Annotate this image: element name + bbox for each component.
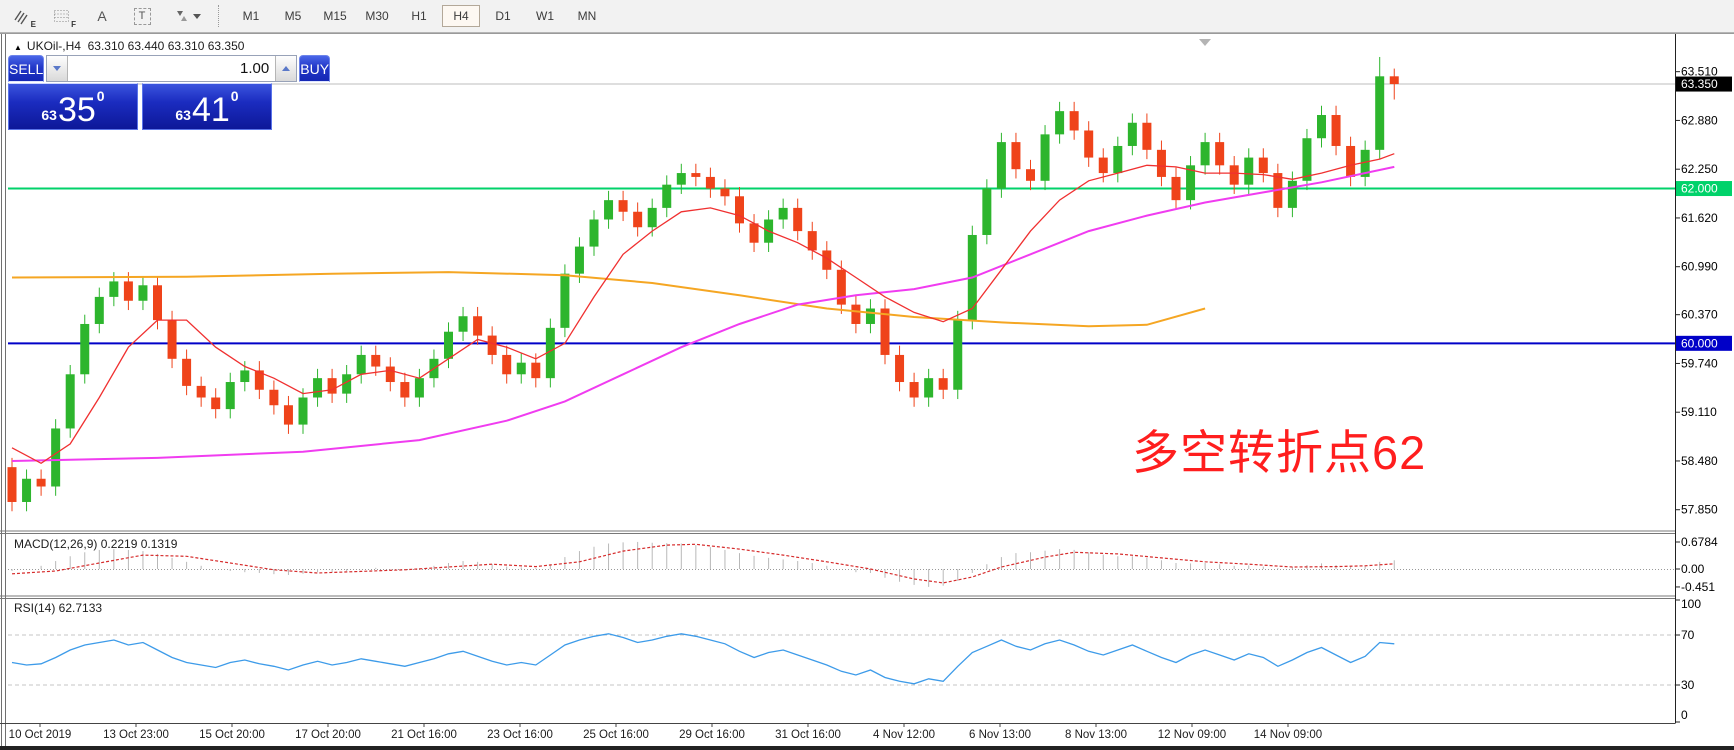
macd-histogram [12, 542, 1394, 587]
ask-big-figure: 63 [175, 107, 191, 123]
elliott-waves-tool-icon[interactable]: E [10, 5, 34, 27]
volume-decrease-button[interactable] [47, 56, 68, 81]
one-click-trading-panel: SELL BUY 63 35 0 63 41 0 [8, 55, 272, 130]
triangle-up-icon [282, 66, 290, 71]
timeframe-button-m1[interactable]: M1 [232, 5, 270, 27]
ask-pipette: 0 [231, 88, 239, 104]
time-axis[interactable] [0, 723, 1675, 746]
letter-f-badge: F [71, 20, 76, 29]
chart-text-annotation: 多空转折点62 [1132, 414, 1426, 483]
timeframe-button-d1[interactable]: D1 [484, 5, 522, 27]
ohlc-low: 63.310 [168, 39, 205, 53]
bid-pips: 35 [58, 95, 96, 126]
price-axis[interactable] [1675, 37, 1734, 723]
timeframe-button-h1[interactable]: H1 [400, 5, 438, 27]
buy-button[interactable]: BUY [299, 55, 330, 82]
timeframe-toolbar: M1M5M15M30H1H4D1W1MN [232, 5, 606, 27]
bid-price-button[interactable]: 63 35 0 [8, 83, 138, 130]
rsi-label: RSI(14) 62.7133 [14, 601, 102, 615]
macd-signal-line [12, 544, 1394, 583]
toolbar-separator [218, 5, 220, 27]
text-tool-icon[interactable]: T [130, 5, 154, 27]
up-triangle-icon: ▲ [14, 43, 22, 52]
symbol-ohlc-line: ▲ UKOil-,H4 63.310 63.440 63.310 63.350 [14, 39, 244, 53]
rsi-line [12, 634, 1394, 684]
macd-label: MACD(12,26,9) 0.2219 0.1319 [14, 537, 177, 551]
volume-stepper [46, 55, 297, 82]
timeframe-button-w1[interactable]: W1 [526, 5, 564, 27]
chart-shift-marker-icon[interactable] [1199, 39, 1211, 46]
sell-button[interactable]: SELL [8, 55, 44, 82]
symbol-name: UKOil-,H4 [27, 39, 81, 53]
volume-input[interactable] [68, 56, 275, 81]
ask-pips: 41 [192, 95, 230, 126]
triangle-down-icon [53, 66, 61, 71]
ask-price-button[interactable]: 63 41 0 [142, 83, 272, 130]
toolbar: E F A T M1M5M15M30H1H4D1W1MN [0, 0, 1734, 33]
timeframe-button-m30[interactable]: M30 [358, 5, 396, 27]
fibonacci-grid-tool-icon[interactable]: F [50, 5, 74, 27]
timeframe-button-m5[interactable]: M5 [274, 5, 312, 27]
letter-e-badge: E [31, 20, 36, 29]
timeframe-button-h4[interactable]: H4 [442, 5, 480, 27]
bid-pipette: 0 [97, 88, 105, 104]
ohlc-open: 63.310 [88, 39, 125, 53]
arrows-tool-icon[interactable] [170, 5, 204, 27]
bid-big-figure: 63 [41, 107, 57, 123]
ohlc-close: 63.350 [208, 39, 245, 53]
timeframe-button-mn[interactable]: MN [568, 5, 606, 27]
ma-orange-line [12, 272, 1205, 326]
ohlc-high: 63.440 [128, 39, 165, 53]
dropdown-caret-icon [193, 14, 201, 19]
timeframe-button-m15[interactable]: M15 [316, 5, 354, 27]
line-studies-toolbar: E F A T [0, 5, 204, 27]
text-label-tool-icon[interactable]: A [90, 5, 114, 27]
volume-increase-button[interactable] [275, 56, 296, 81]
